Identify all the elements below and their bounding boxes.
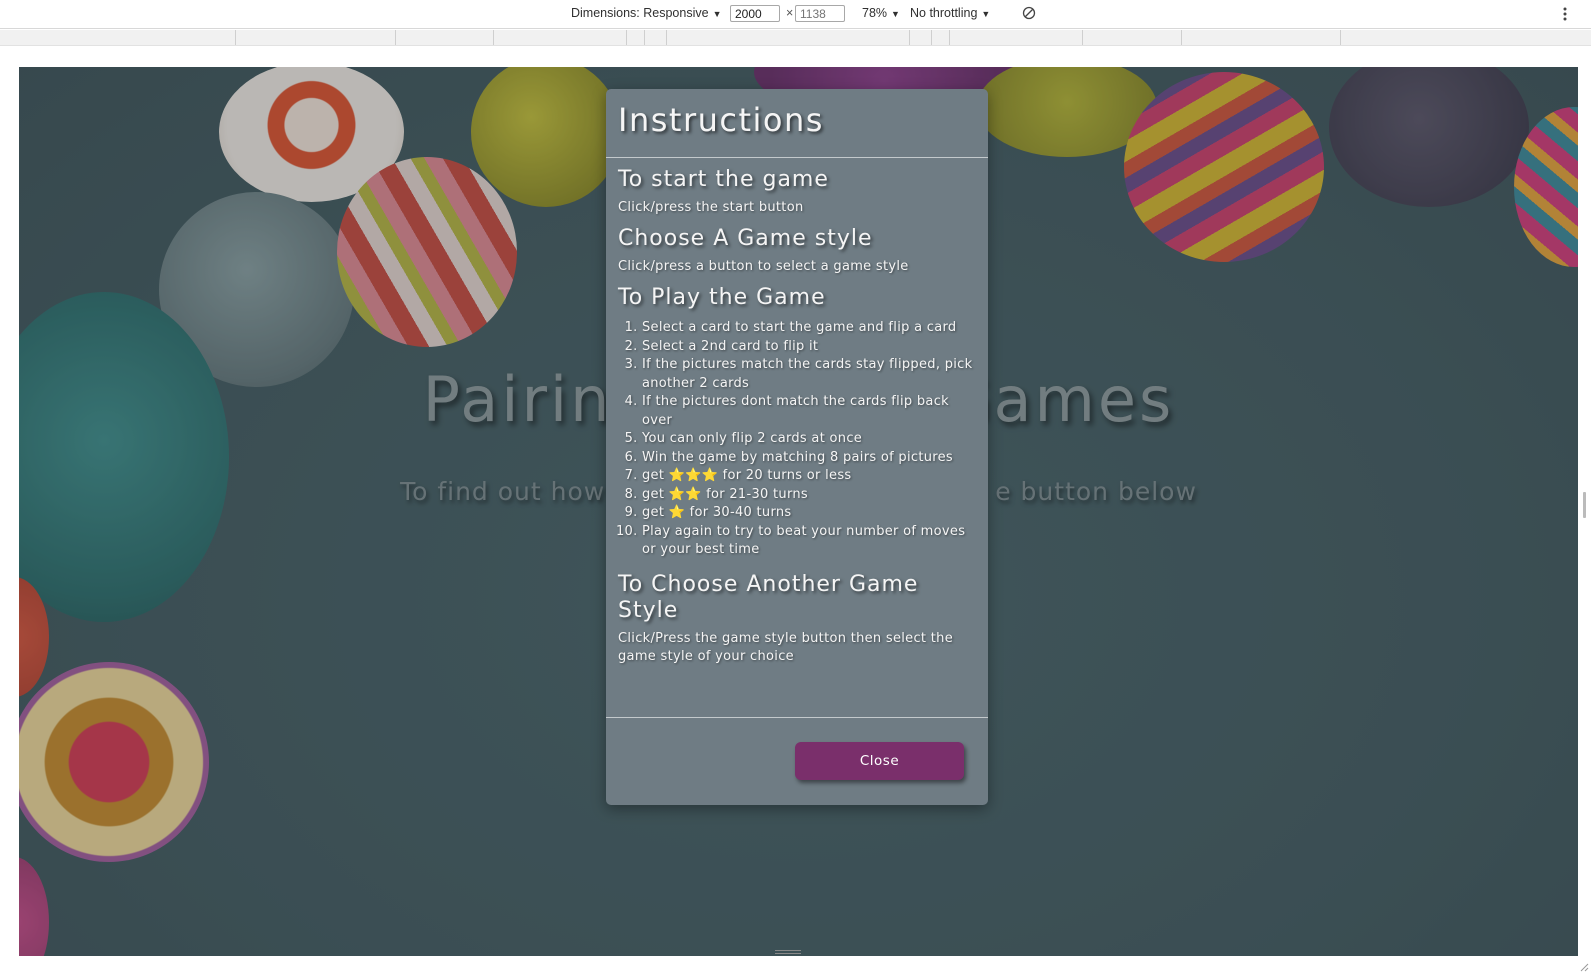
start-text: Click/press the start button: [618, 200, 804, 215]
list-item: Select a 2nd card to flip it: [642, 338, 976, 357]
list-item: get ⭐ for 30-40 turns: [642, 504, 976, 523]
zoom-dropdown[interactable]: 78% ▼: [862, 6, 900, 20]
rotate-icon[interactable]: [1022, 6, 1036, 20]
modal-body: To start the game Click/press the start …: [618, 167, 976, 666]
list-item: Win the game by matching 8 pairs of pict…: [642, 449, 976, 468]
play-heading: To Play the Game: [618, 285, 826, 310]
throttling-label: No throttling: [910, 6, 978, 20]
caret-down-icon: ▼: [891, 9, 900, 19]
style-text: Click/press a button to select a game st…: [618, 259, 909, 274]
instructions-modal: Instructions To start the game Click/pre…: [606, 89, 988, 805]
close-button[interactable]: Close: [795, 742, 964, 780]
another-style-heading: To Choose Another Game Style: [618, 571, 919, 623]
dimensions-dropdown[interactable]: Dimensions: Responsive ▼: [571, 6, 721, 20]
game-page: Pairin Games To find out how e button belo…: [19, 67, 1578, 956]
another-style-text: Click/Press the game style button then s…: [618, 630, 953, 664]
viewport-resize-handle-right[interactable]: [1583, 492, 1586, 518]
caret-down-icon: ▼: [981, 9, 991, 19]
devtools-device-toolbar: Dimensions: Responsive▼ × 78%▼ No thrott…: [0, 0, 1591, 29]
dimension-separator: ×: [786, 6, 794, 20]
zoom-label: 78%: [862, 6, 888, 20]
media-query-ruler[interactable]: [0, 30, 1591, 46]
list-item: If the pictures match the cards stay fli…: [642, 356, 976, 393]
resize-corner-icon[interactable]: [1577, 960, 1589, 972]
caret-down-icon: ▼: [712, 9, 722, 19]
list-item: get ⭐⭐⭐ for 20 turns or less: [642, 467, 976, 486]
modal-header: Instructions: [606, 89, 988, 158]
throttling-dropdown[interactable]: No throttling ▼: [910, 6, 990, 20]
list-item: Play again to try to beat your number of…: [642, 523, 976, 560]
modal-title: Instructions: [618, 101, 824, 139]
height-input[interactable]: [795, 5, 845, 22]
list-item: You can only flip 2 cards at once: [642, 430, 976, 449]
more-options-icon[interactable]: [1562, 6, 1568, 22]
star-icon: ⭐⭐⭐: [668, 468, 719, 483]
list-item: Select a card to start the game and flip…: [642, 319, 976, 338]
star-icon: ⭐: [668, 505, 686, 520]
modal-footer: Close: [606, 717, 988, 806]
list-item: If the pictures dont match the cards fli…: [642, 393, 976, 430]
list-item: get ⭐⭐ for 21-30 turns: [642, 486, 976, 505]
start-heading: To start the game: [618, 167, 829, 192]
style-heading: Choose A Game style: [618, 226, 873, 251]
width-input[interactable]: [730, 5, 780, 22]
star-icon: ⭐⭐: [668, 486, 702, 502]
viewport-resize-handle-bottom[interactable]: [775, 950, 801, 956]
instruction-steps: Select a card to start the game and flip…: [618, 319, 976, 560]
dimensions-label: Dimensions: Responsive: [571, 6, 709, 20]
